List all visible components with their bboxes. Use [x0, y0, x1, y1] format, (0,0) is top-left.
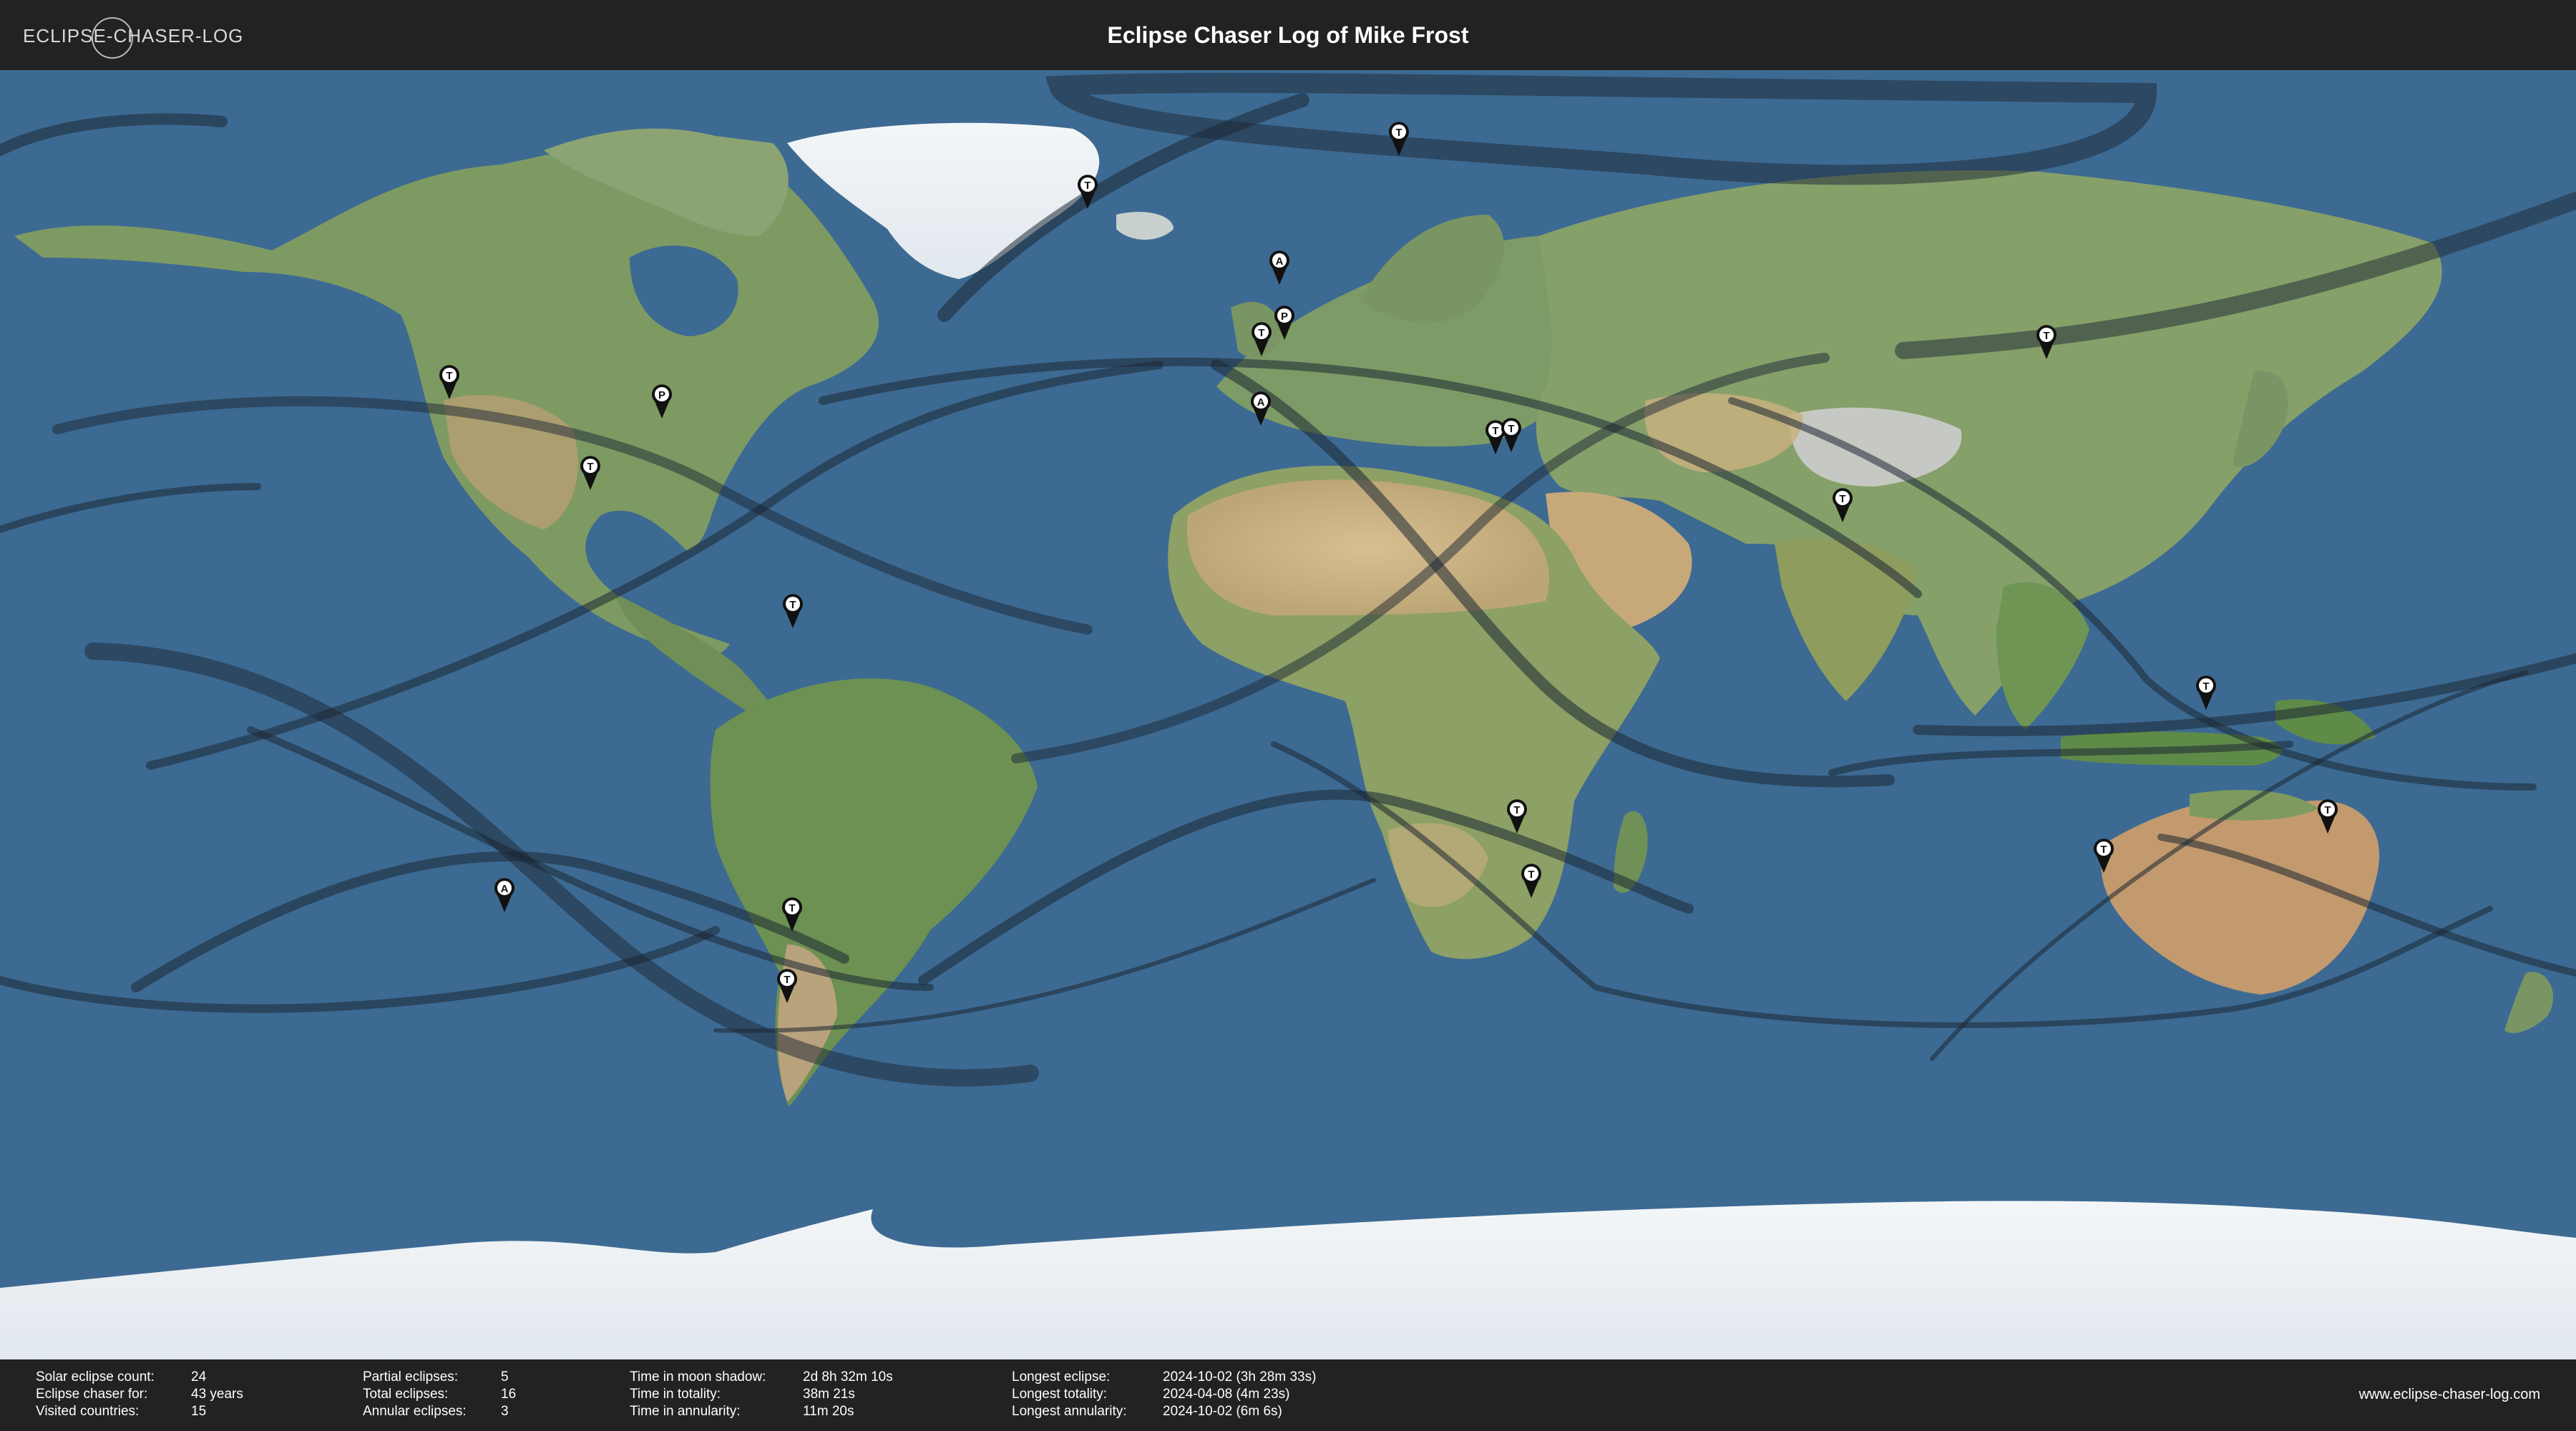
marker-type-label: A: [1257, 396, 1265, 409]
marker-type-label: T: [1508, 423, 1514, 435]
stat-label: Visited countries:: [36, 1404, 140, 1419]
stat-value: 24: [191, 1369, 207, 1384]
stat-label: Longest eclipse:: [1012, 1369, 1111, 1384]
marker-type-label: T: [784, 974, 790, 986]
stat-value: 15: [191, 1404, 207, 1419]
stat-label: Longest totality:: [1012, 1387, 1108, 1402]
stats-footer: Solar eclipse count: 24 Eclipse chaser f…: [0, 1359, 2576, 1431]
stat-label: Eclipse chaser for:: [36, 1387, 148, 1402]
marker-type-label: P: [658, 389, 665, 401]
stat-value: 5: [501, 1369, 509, 1384]
website-link[interactable]: www.eclipse-chaser-log.com: [2359, 1387, 2540, 1403]
marker-type-label: T: [1513, 804, 1520, 816]
stat-value: 43 years: [191, 1387, 243, 1402]
page-title: Eclipse Chaser Log of Mike Frost: [1107, 22, 1469, 48]
stat-value: 2024-04-08 (4m 23s): [1163, 1387, 1290, 1402]
world-map[interactable]: TTAPTTPTAT TTTTTTTTTATT: [0, 70, 2576, 1359]
marker-type-label: T: [587, 461, 593, 473]
marker-type-label: T: [1258, 327, 1264, 339]
marker-type-label: T: [2100, 844, 2107, 856]
stat-value: 3: [501, 1404, 509, 1419]
stat-label: Time in totality:: [630, 1387, 721, 1402]
marker-type-label: P: [1281, 311, 1288, 323]
marker-type-label: T: [1492, 425, 1498, 437]
marker-type-label: A: [1276, 255, 1284, 268]
stat-value: 2d 8h 32m 10s: [803, 1369, 893, 1384]
marker-type-label: T: [2202, 680, 2209, 693]
marker-type-label: T: [789, 902, 795, 914]
marker-type-label: T: [789, 599, 796, 611]
stat-label: Annular eclipses:: [363, 1404, 467, 1419]
stat-value: 2024-10-02 (3h 28m 33s): [1163, 1369, 1317, 1384]
stat-label: Time in annularity:: [630, 1404, 741, 1419]
marker-type-label: T: [1084, 180, 1091, 192]
stat-label: Partial eclipses:: [363, 1369, 459, 1384]
stat-value: 2024-10-02 (6m 6s): [1163, 1404, 1282, 1419]
marker-type-label: T: [2324, 804, 2331, 816]
marker-type-label: T: [1839, 493, 1845, 505]
stat-label: Longest annularity:: [1012, 1404, 1127, 1419]
top-bar: ECLIPSE-CHASER-LOG Eclipse Chaser Log of…: [0, 0, 2576, 70]
stat-label: Total eclipses:: [363, 1387, 449, 1402]
marker-type-label: T: [1528, 869, 1534, 881]
stat-value: 16: [501, 1387, 517, 1402]
marker-type-label: A: [501, 883, 509, 895]
marker-type-label: T: [2043, 330, 2049, 342]
stat-label: Time in moon shadow:: [630, 1369, 766, 1384]
marker-type-label: T: [1395, 127, 1402, 139]
stat-value: 38m 21s: [803, 1387, 855, 1402]
marker-type-label: T: [446, 370, 452, 382]
stat-value: 11m 20s: [803, 1404, 854, 1419]
stat-label: Solar eclipse count:: [36, 1369, 155, 1384]
